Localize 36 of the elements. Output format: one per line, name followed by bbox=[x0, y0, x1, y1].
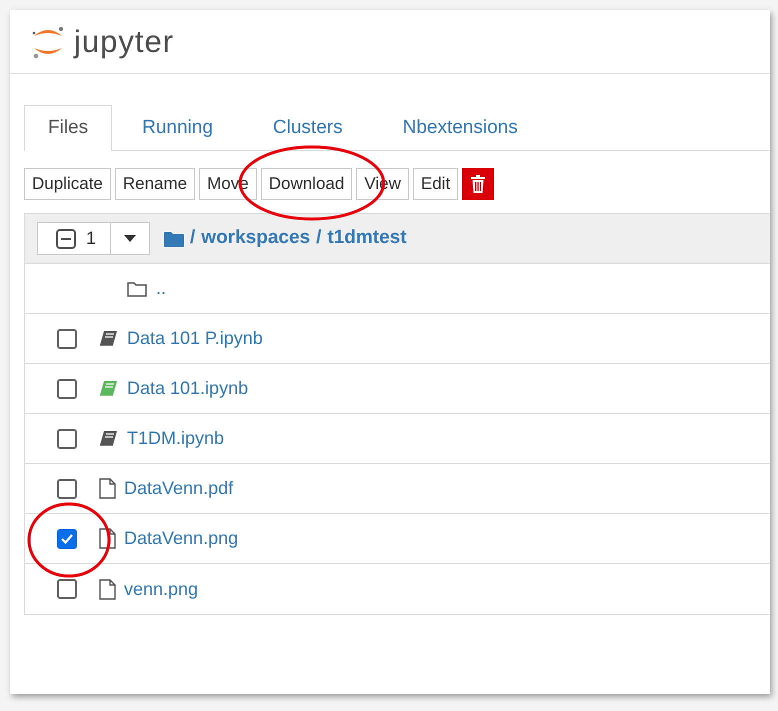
toolbar-button[interactable]: Download bbox=[260, 168, 352, 200]
checkbox[interactable] bbox=[57, 428, 77, 448]
breadcrumb-link[interactable]: workspaces bbox=[201, 224, 310, 253]
file-link[interactable]: Data 101.ipynb bbox=[127, 375, 248, 402]
folder-icon bbox=[164, 230, 184, 246]
tab[interactable]: Files bbox=[24, 105, 112, 151]
checkbox[interactable] bbox=[57, 579, 77, 599]
breadcrumb-separator: / bbox=[190, 226, 196, 250]
breadcrumb-link[interactable]: t1dmtest bbox=[327, 224, 407, 253]
logo-text: jupyter bbox=[74, 26, 174, 57]
checkbox[interactable] bbox=[57, 328, 77, 348]
toolbar-button[interactable]: Edit bbox=[412, 168, 458, 200]
breadcrumb-separator: / bbox=[316, 226, 322, 250]
caret-icon bbox=[124, 235, 136, 242]
file-link[interactable]: DataVenn.png bbox=[124, 525, 238, 552]
file-link[interactable]: venn.png bbox=[124, 576, 198, 602]
minus-square-icon bbox=[56, 228, 76, 248]
file-link[interactable]: DataVenn.pdf bbox=[124, 475, 234, 502]
file-link[interactable]: T1DM.ipynb bbox=[127, 425, 224, 452]
checkbox[interactable] bbox=[57, 378, 77, 398]
toolbar-button[interactable]: Rename bbox=[114, 168, 196, 200]
file-icon bbox=[99, 478, 116, 499]
delete-button[interactable] bbox=[462, 168, 494, 200]
file-icon bbox=[99, 578, 116, 600]
tab[interactable]: Clusters bbox=[242, 105, 373, 151]
folder-icon bbox=[127, 280, 147, 297]
tab[interactable]: Running bbox=[112, 105, 243, 151]
file-link[interactable]: .. bbox=[156, 275, 166, 302]
checkbox[interactable] bbox=[57, 528, 77, 548]
file-link[interactable]: Data 101 P.ipynb bbox=[127, 325, 263, 352]
checkmark-icon bbox=[61, 534, 73, 544]
file-icon bbox=[99, 528, 116, 549]
trash-icon bbox=[471, 175, 486, 193]
tab[interactable]: Nbextensions bbox=[372, 105, 548, 151]
checkbox[interactable] bbox=[57, 478, 77, 498]
toolbar-button[interactable]: Duplicate bbox=[24, 168, 111, 200]
